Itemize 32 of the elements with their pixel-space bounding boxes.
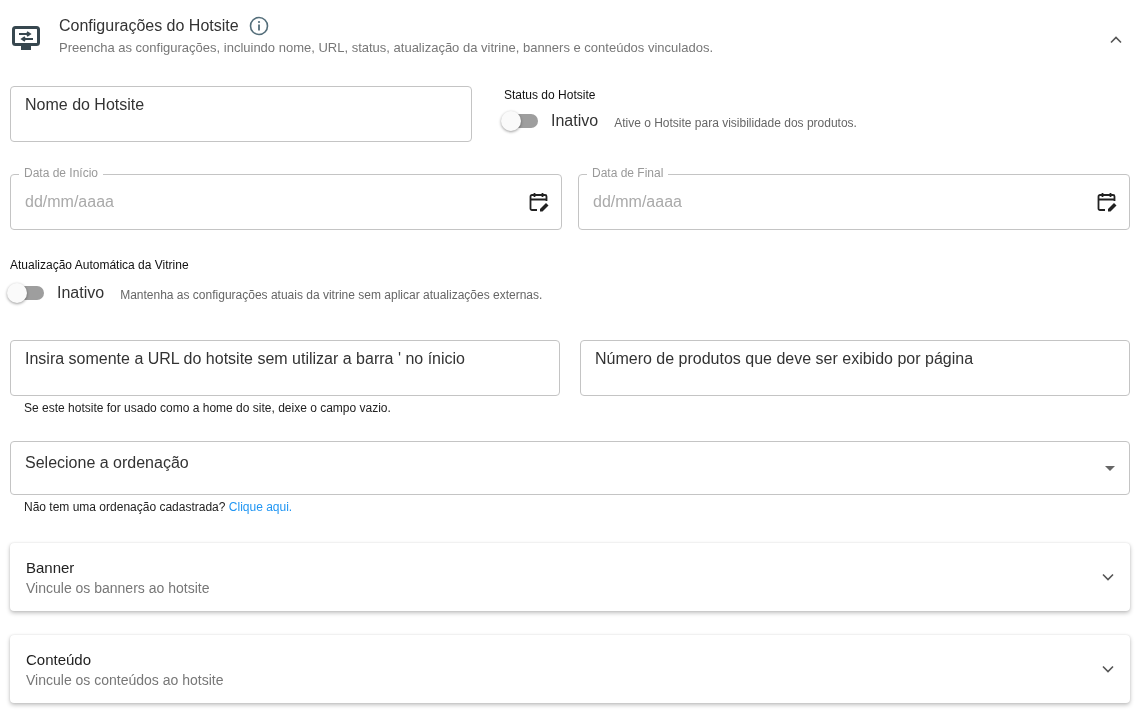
helper-text: Se este hotsite for usado como a home do site, deixe o campo vazio. <box>24 401 392 415</box>
section-subtitle: Preencha as configurações, incluindo nome, URL, status, atualização da vitrine, banners e conteúdos vinculados. <box>59 40 714 55</box>
helper-text: Não tem uma ordenação cadastrada? Clique aqui. <box>24 500 294 514</box>
name-field[interactable]: Nome do Hotsite <box>10 86 472 142</box>
toggle-label: Atualização Automática da Vitrine <box>10 258 190 272</box>
panel-subtitle: Vincule os banners ao hotsite <box>26 579 210 596</box>
products-per-page-field[interactable]: Número de produtos que deve ser exibido por página <box>580 340 1130 396</box>
panel-subtitle: Vincule os conteúdos ao hotsite <box>26 671 224 688</box>
chevron-icon[interactable] <box>1110 36 1122 44</box>
calendar-edit-icon[interactable] <box>1096 191 1118 213</box>
monitor-settings-icon <box>12 26 40 52</box>
info-icon[interactable] <box>248 16 269 36</box>
sort-select[interactable]: Selecione a ordenação <box>10 441 1130 495</box>
toggle-switch[interactable] <box>10 286 44 300</box>
panel-title: Banner <box>26 558 76 576</box>
calendar-edit-icon[interactable] <box>528 191 550 213</box>
toggle-state: Inativo <box>551 112 599 130</box>
field-label: Data de Final <box>587 166 669 180</box>
chevron-icon[interactable] <box>1102 665 1114 673</box>
toggle-hint: Ative o Hotsite para visibilidade dos produtos. <box>614 115 857 130</box>
url-field[interactable]: Insira somente a URL do hotsite sem utilizar a barra ' no ínicio <box>10 340 560 396</box>
toggle-hint: Mantenha as configurações atuais da vitrine sem aplicar atualizações externas. <box>120 287 543 302</box>
dropdown-caret-icon <box>1105 465 1115 471</box>
toggle-switch[interactable] <box>504 114 538 128</box>
field-label: Data de Início <box>19 166 104 180</box>
chevron-icon[interactable] <box>1102 573 1114 581</box>
section-title: Configurações do Hotsite <box>59 17 239 35</box>
accordion-panel[interactable]: Conteúdo Vincule os conteúdos ao hotsite <box>10 635 1130 703</box>
toggle-label: Status do Hotsite <box>504 88 597 102</box>
panel-title: Conteúdo <box>26 650 93 668</box>
accordion-panel[interactable]: Banner Vincule os banners ao hotsite <box>10 543 1130 611</box>
toggle-state: Inativo <box>57 284 105 302</box>
